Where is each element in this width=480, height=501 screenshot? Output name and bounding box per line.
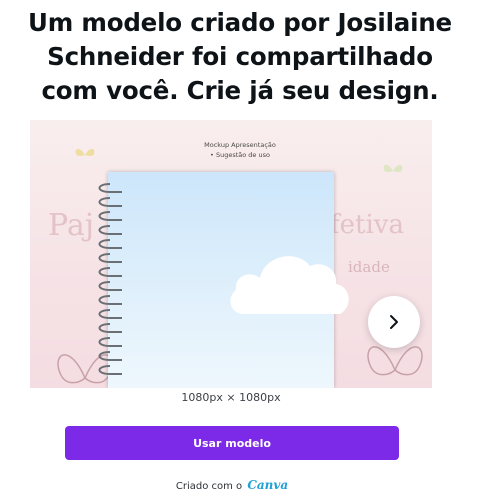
design-dimensions: 1080px × 1080px (181, 391, 281, 404)
template-preview[interactable]: Paj fetiva idade Mockup Apresentação • S… (30, 120, 432, 388)
background-text-right: fetiva (330, 210, 404, 240)
background-text-left: Paj (48, 208, 95, 243)
spiral-binding-icon (98, 183, 122, 375)
headline-line-1: Um modelo criado por Josilaine (28, 8, 452, 37)
butterfly-icon (383, 164, 403, 172)
butterfly-icon (75, 148, 95, 156)
use-template-button[interactable]: Usar modelo (65, 426, 399, 460)
credit-prefix: Criado com o (175, 481, 243, 492)
notebook-mockup (108, 172, 349, 388)
cloud-icon (230, 256, 349, 314)
chevron-right-icon (390, 315, 398, 329)
headline-line-3: com você. Crie já seu design. (41, 76, 439, 105)
next-slide-button[interactable] (368, 296, 420, 348)
headline-line-2: Schneider foi compartilhado (47, 42, 433, 71)
mockup-title: Mockup Apresentação • Sugestão de uso (170, 140, 310, 160)
mockup-title-line-2: • Sugestão de uso (210, 151, 270, 159)
made-with-canva: Criado com o Canva (0, 478, 464, 492)
share-headline: Um modelo criado por Josilaine Schneider… (0, 6, 480, 108)
canva-logo[interactable]: Canva (247, 478, 288, 492)
mockup-title-line-1: Mockup Apresentação (204, 141, 276, 149)
